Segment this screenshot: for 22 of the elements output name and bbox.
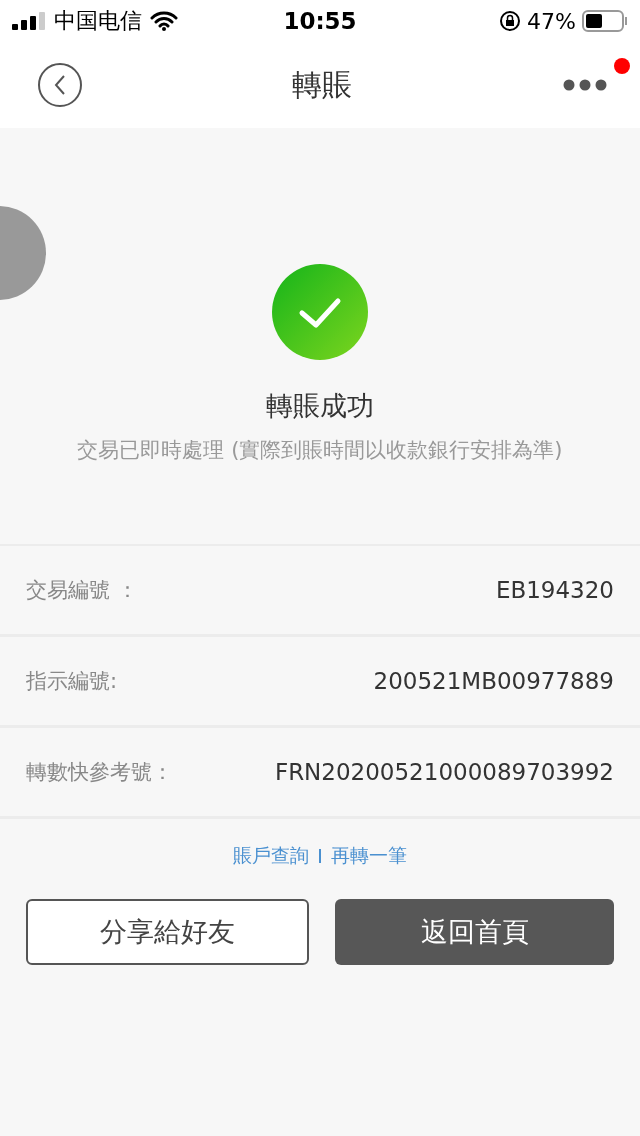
- page-title: 轉賬: [292, 65, 352, 104]
- detail-label: 指示編號:: [26, 668, 118, 695]
- signal-icon: [12, 12, 46, 30]
- detail-value: EB194320: [495, 577, 614, 603]
- detail-value: 200521MB00977889: [373, 668, 614, 694]
- detail-label: 轉數快參考號：: [26, 759, 173, 786]
- wifi-icon: [150, 11, 178, 31]
- battery-icon: [582, 10, 628, 32]
- result-message: 交易已即時處理 (實際到賬時間以收款銀行安排為準): [77, 437, 563, 464]
- action-button[interactable]: 返回首頁: [335, 899, 614, 965]
- result-title: 轉賬成功: [266, 389, 374, 423]
- back-button[interactable]: [38, 63, 82, 107]
- more-icon[interactable]: [562, 78, 608, 92]
- battery-percent: 47%: [527, 8, 576, 34]
- success-check-icon: [272, 264, 368, 360]
- chevron-left-icon: [53, 74, 67, 96]
- detail-label: 交易編號 ：: [26, 577, 138, 604]
- carrier-name: 中国电信: [54, 7, 142, 35]
- clock-time: 10:55: [283, 8, 357, 34]
- action-button[interactable]: 分享給好友: [26, 899, 309, 965]
- detail-value: FRN20200521000089703992: [274, 759, 614, 785]
- rotation-lock-icon: [499, 10, 522, 32]
